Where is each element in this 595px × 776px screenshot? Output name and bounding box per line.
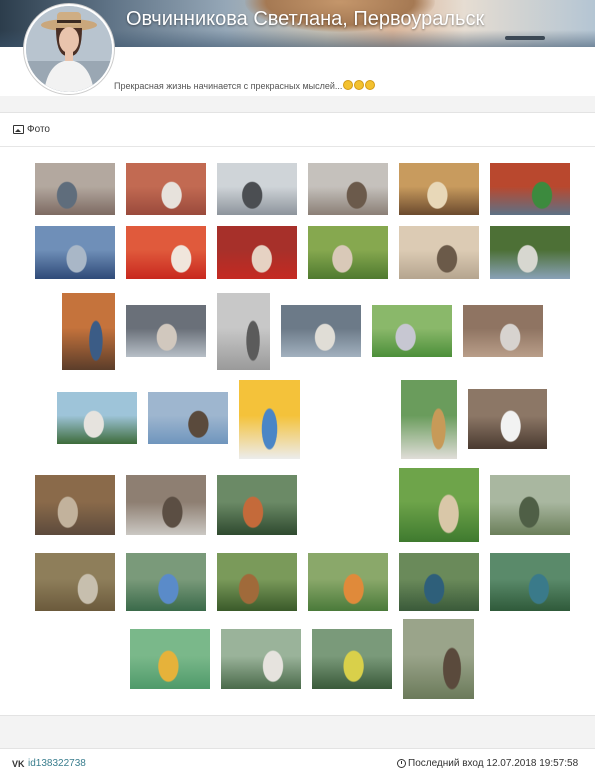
photo-thumbnail[interactable] <box>126 553 206 611</box>
photo-thumbnail[interactable] <box>217 163 297 215</box>
photo-thumbnail[interactable] <box>399 468 479 542</box>
last-seen-text: Последний вход 12.07.2018 19:57:58 <box>408 758 579 769</box>
photo-icon <box>13 125 24 134</box>
profile-name: Овчинникова Светлана, Первоуральск <box>126 8 485 30</box>
photo-thumbnail[interactable] <box>130 629 210 689</box>
photo-thumbnail[interactable] <box>490 475 570 535</box>
photo-thumbnail[interactable] <box>126 475 206 535</box>
smile-emoji-icon <box>343 80 354 90</box>
photo-thumbnail[interactable] <box>463 305 543 357</box>
photo-thumbnail[interactable] <box>239 380 300 459</box>
photo-thumbnail[interactable] <box>308 226 388 279</box>
status-text: Прекрасная жизнь начинается с прекрасных… <box>114 81 343 91</box>
photo-thumbnail[interactable] <box>62 293 115 370</box>
smile-emoji-icon <box>365 80 376 90</box>
photo-thumbnail[interactable] <box>35 475 115 535</box>
photo-thumbnail[interactable] <box>217 553 297 611</box>
smile-emoji-icon <box>354 80 365 90</box>
vk-icon: VK <box>12 759 25 769</box>
photo-thumbnail[interactable] <box>490 163 570 215</box>
photo-thumbnail[interactable] <box>148 392 228 444</box>
photo-thumbnail[interactable] <box>217 293 270 370</box>
photo-thumbnail[interactable] <box>308 163 388 215</box>
photos-panel: Фото <box>0 112 595 716</box>
photo-thumbnail[interactable] <box>57 392 137 444</box>
photo-thumbnail[interactable] <box>126 305 206 357</box>
user-id-link[interactable]: id138322738 <box>28 758 86 769</box>
photo-thumbnail[interactable] <box>312 629 392 689</box>
photo-thumbnail[interactable] <box>490 553 570 611</box>
photo-thumbnail[interactable] <box>403 619 474 699</box>
photo-thumbnail[interactable] <box>401 380 457 459</box>
photo-thumbnail[interactable] <box>281 305 361 357</box>
photo-thumbnail[interactable] <box>490 226 570 279</box>
photo-thumbnail[interactable] <box>35 226 115 279</box>
photo-thumbnail[interactable] <box>126 226 206 279</box>
photo-thumbnail[interactable] <box>468 389 547 449</box>
photo-thumbnail[interactable] <box>35 553 115 611</box>
profile-header: Овчинникова Светлана, Первоуральск Прекр… <box>0 0 595 96</box>
photo-thumbnail[interactable] <box>308 553 388 611</box>
avatar[interactable] <box>24 4 114 94</box>
profile-status: Прекрасная жизнь начинается с прекрасных… <box>114 80 376 91</box>
photos-panel-header: Фото <box>0 113 595 147</box>
photo-thumbnail[interactable] <box>35 163 115 215</box>
photo-thumbnail[interactable] <box>126 163 206 215</box>
photos-panel-title: Фото <box>27 124 50 135</box>
clock-icon <box>397 759 406 768</box>
photo-thumbnail[interactable] <box>399 226 479 279</box>
photo-thumbnail[interactable] <box>372 305 452 357</box>
profile-footer: VK id138322738 Последний вход 12.07.2018… <box>0 748 595 776</box>
photo-thumbnail[interactable] <box>217 226 297 279</box>
photo-thumbnail[interactable] <box>221 629 301 689</box>
photo-thumbnail[interactable] <box>399 163 479 215</box>
photo-thumbnail[interactable] <box>217 475 297 535</box>
photo-thumbnail[interactable] <box>399 553 479 611</box>
